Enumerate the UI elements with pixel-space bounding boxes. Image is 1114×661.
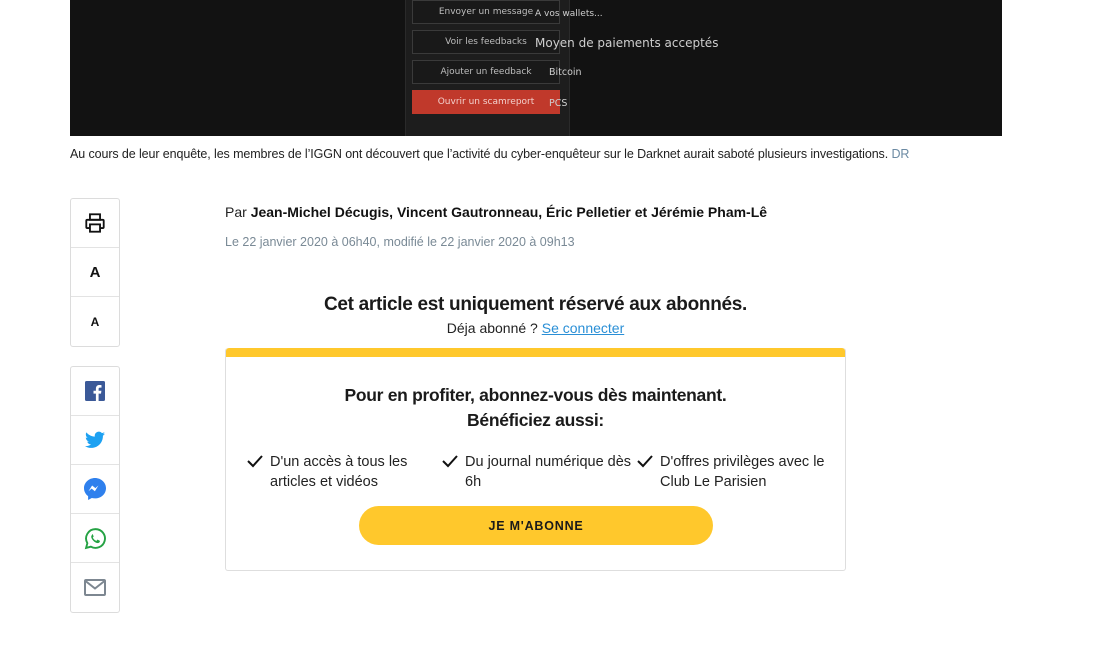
share-email-button[interactable]	[71, 563, 119, 612]
benefit-item: D'un accès à tous les articles et vidéos	[247, 452, 450, 492]
already-subscribed-text: Déja abonné ?	[446, 320, 538, 336]
benefits-list: D'un accès à tous les articles et vidéos…	[226, 452, 845, 502]
font-increase-button[interactable]: A	[71, 248, 119, 297]
whatsapp-icon	[84, 527, 106, 549]
hero-text: Moyen de paiements acceptés	[535, 36, 719, 50]
benefit-text: D'un accès à tous les articles et vidéos	[270, 454, 408, 490]
offer-heading: Pour en profiter, abonnez-vous dès maint…	[226, 383, 845, 433]
byline-prefix: Par	[225, 204, 247, 220]
print-button[interactable]	[71, 199, 119, 248]
offer-line-1: Pour en profiter, abonnez-vous dès maint…	[344, 385, 727, 405]
benefit-item: Du journal numérique dès 6h	[442, 452, 645, 492]
paywall-title: Cet article est uniquement réservé aux a…	[323, 294, 748, 315]
image-caption: Au cours de leur enquête, les membres de…	[70, 147, 1010, 161]
hero-menu-item: Ouvrir un scamreport	[412, 90, 560, 114]
facebook-icon	[85, 381, 105, 401]
caption-text: Au cours de leur enquête, les membres de…	[70, 147, 889, 161]
hero-text: Bitcoin	[549, 67, 582, 78]
article-date: Le 22 janvier 2020 à 06h40, modifié le 2…	[225, 235, 575, 249]
checkmark-icon	[247, 455, 263, 468]
hero-text: PCS	[549, 98, 568, 109]
checkmark-icon	[442, 455, 458, 468]
share-whatsapp-button[interactable]	[71, 514, 119, 563]
subscription-offer: Pour en profiter, abonnez-vous dès maint…	[225, 348, 846, 571]
offer-accent-bar	[226, 348, 845, 357]
share-facebook-button[interactable]	[71, 367, 119, 416]
twitter-icon	[85, 431, 105, 448]
article-tools: A A	[70, 198, 120, 347]
messenger-icon	[84, 478, 106, 500]
login-prompt: Déja abonné ? Se connecter	[225, 320, 846, 336]
benefit-item: D'offres privilèges avec le Club Le Pari…	[637, 452, 840, 492]
caption-credit: DR	[891, 147, 910, 161]
subscribe-button[interactable]: JE M'ABONNE	[359, 506, 713, 545]
font-decrease-button[interactable]: A	[71, 297, 119, 346]
byline: Par Jean-Michel Décugis, Vincent Gautron…	[225, 204, 767, 220]
byline-authors: Jean-Michel Décugis, Vincent Gautronneau…	[250, 204, 768, 220]
printer-icon	[85, 213, 105, 233]
hero-text: A vos wallets...	[535, 9, 603, 19]
checkmark-icon	[637, 455, 653, 468]
benefit-text: Du journal numérique dès 6h	[465, 454, 632, 490]
font-large-label: A	[89, 263, 101, 281]
offer-line-2: Bénéficiez aussi:	[467, 410, 604, 430]
share-twitter-button[interactable]	[71, 416, 119, 465]
share-tools	[70, 366, 120, 613]
font-small-label: A	[90, 314, 100, 329]
login-link[interactable]: Se connecter	[542, 320, 625, 336]
benefit-text: D'offres privilèges avec le Club Le Pari…	[660, 454, 825, 490]
email-icon	[84, 579, 106, 596]
share-messenger-button[interactable]	[71, 465, 119, 514]
article-hero-image: Envoyer un message Voir les feedbacks Aj…	[70, 0, 1002, 136]
hero-menu-item: Ajouter un feedback	[412, 60, 560, 84]
